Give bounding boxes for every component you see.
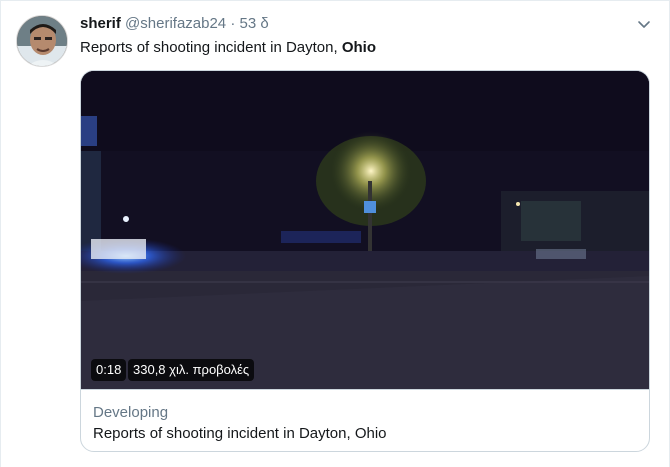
tweet-timestamp[interactable]: 53 δ	[240, 15, 269, 32]
video-duration-badge: 0:18	[91, 359, 127, 381]
card-footer[interactable]: Developing Reports of shooting incident …	[81, 389, 649, 451]
avatar-image	[17, 16, 67, 66]
author-handle[interactable]: @sherifazab24	[125, 15, 226, 32]
tweet-text: Reports of shooting incident in Dayton, …	[80, 37, 376, 59]
tweet-text-bold: Ohio	[341, 39, 376, 56]
left-border	[0, 0, 1, 467]
chevron-down-icon[interactable]	[636, 17, 652, 33]
video-player[interactable]: 0:18 330,8 χιλ. προβολές	[81, 71, 649, 389]
top-border	[0, 0, 670, 1]
tweet-text-plain: Reports of shooting incident in Dayton,	[80, 39, 342, 56]
avatar[interactable]	[16, 15, 68, 67]
header-separator: ·	[230, 15, 236, 32]
video-frame	[81, 71, 649, 389]
link-card[interactable]: 0:18 330,8 χιλ. προβολές Developing Repo…	[80, 70, 650, 452]
video-views-badge: 330,8 χιλ. προβολές	[128, 359, 255, 381]
author-name[interactable]: sherif	[80, 15, 121, 32]
card-title: Reports of shooting incident in Dayton, …	[93, 425, 387, 442]
card-label: Developing	[93, 404, 169, 421]
tweet-header: sherif @sherifazab24 · 53 δ	[80, 13, 630, 35]
